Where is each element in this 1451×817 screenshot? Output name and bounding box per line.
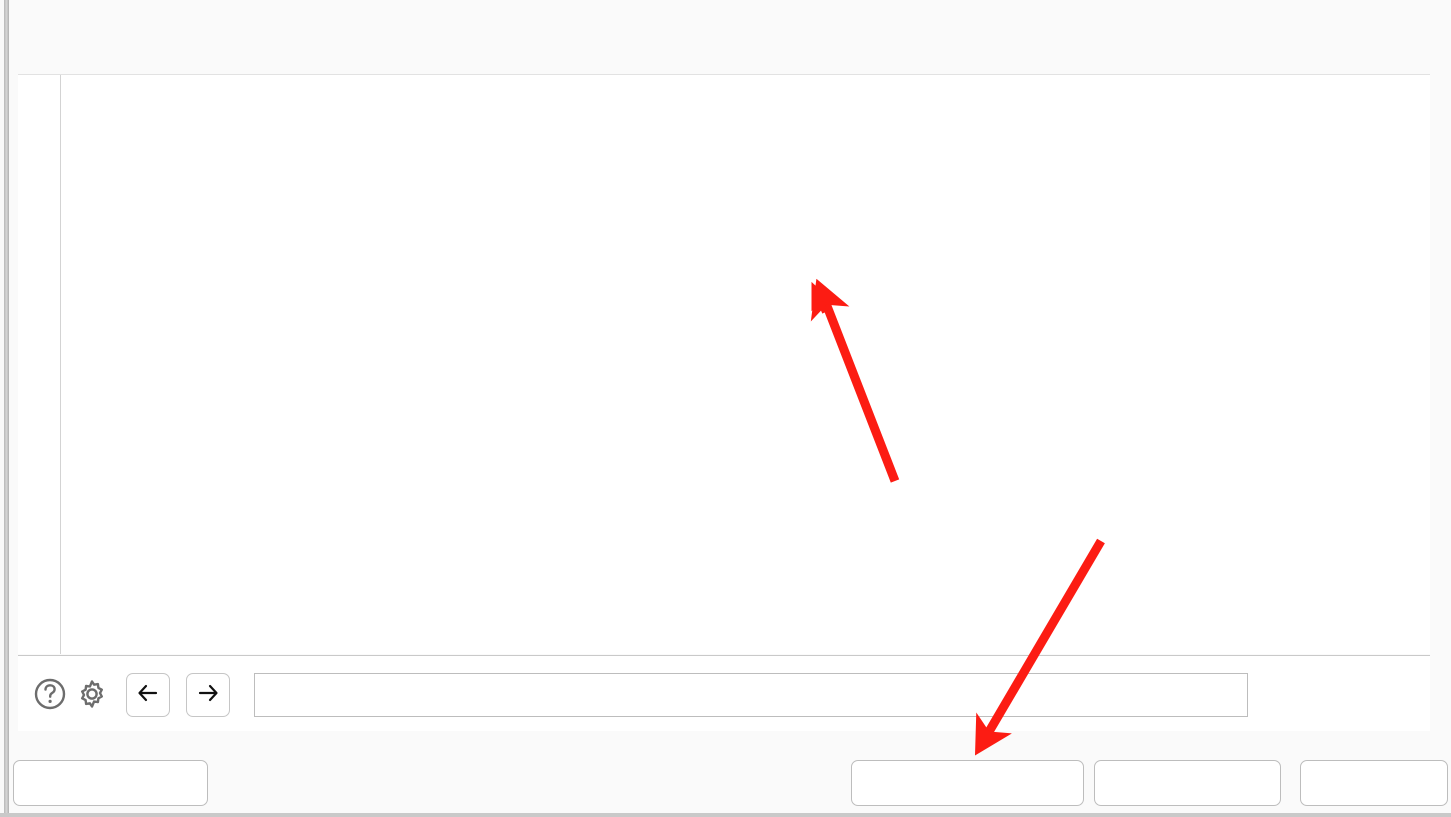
dialog-footer (9, 731, 1451, 813)
line-number (18, 299, 60, 327)
line-number (18, 383, 60, 411)
line-number (18, 159, 60, 187)
line-number (18, 243, 60, 271)
search-input[interactable] (254, 673, 1248, 717)
window-bottom-border (0, 813, 1451, 817)
line-number (18, 551, 60, 579)
arrow-right-icon (195, 680, 221, 711)
burp-csrf-poc-window (0, 0, 1451, 817)
line-number (18, 467, 60, 495)
line-number (18, 75, 60, 103)
dialog-header (9, 0, 1451, 72)
line-number (18, 355, 60, 383)
line-number (18, 523, 60, 551)
regenerate-button[interactable] (13, 760, 208, 806)
question-circle-icon[interactable] (31, 675, 69, 713)
window-left-border (4, 0, 9, 817)
arrow-left-icon (135, 680, 161, 711)
find-toolbar (18, 655, 1430, 731)
code-viewer[interactable] (18, 74, 1430, 654)
line-number (18, 411, 60, 439)
test-in-browser-button[interactable] (851, 760, 1084, 806)
line-number (18, 215, 60, 243)
line-number (18, 271, 60, 299)
gear-icon[interactable] (73, 675, 111, 713)
line-number (18, 439, 60, 467)
copy-html-button[interactable] (1094, 760, 1281, 806)
line-number (18, 327, 60, 355)
close-button[interactable] (1300, 760, 1448, 806)
line-number-gutter (18, 75, 61, 654)
line-number (18, 103, 60, 131)
line-number (18, 495, 60, 523)
find-next-button[interactable] (186, 673, 230, 717)
line-number (18, 187, 60, 215)
line-number (18, 131, 60, 159)
find-previous-button[interactable] (126, 673, 170, 717)
